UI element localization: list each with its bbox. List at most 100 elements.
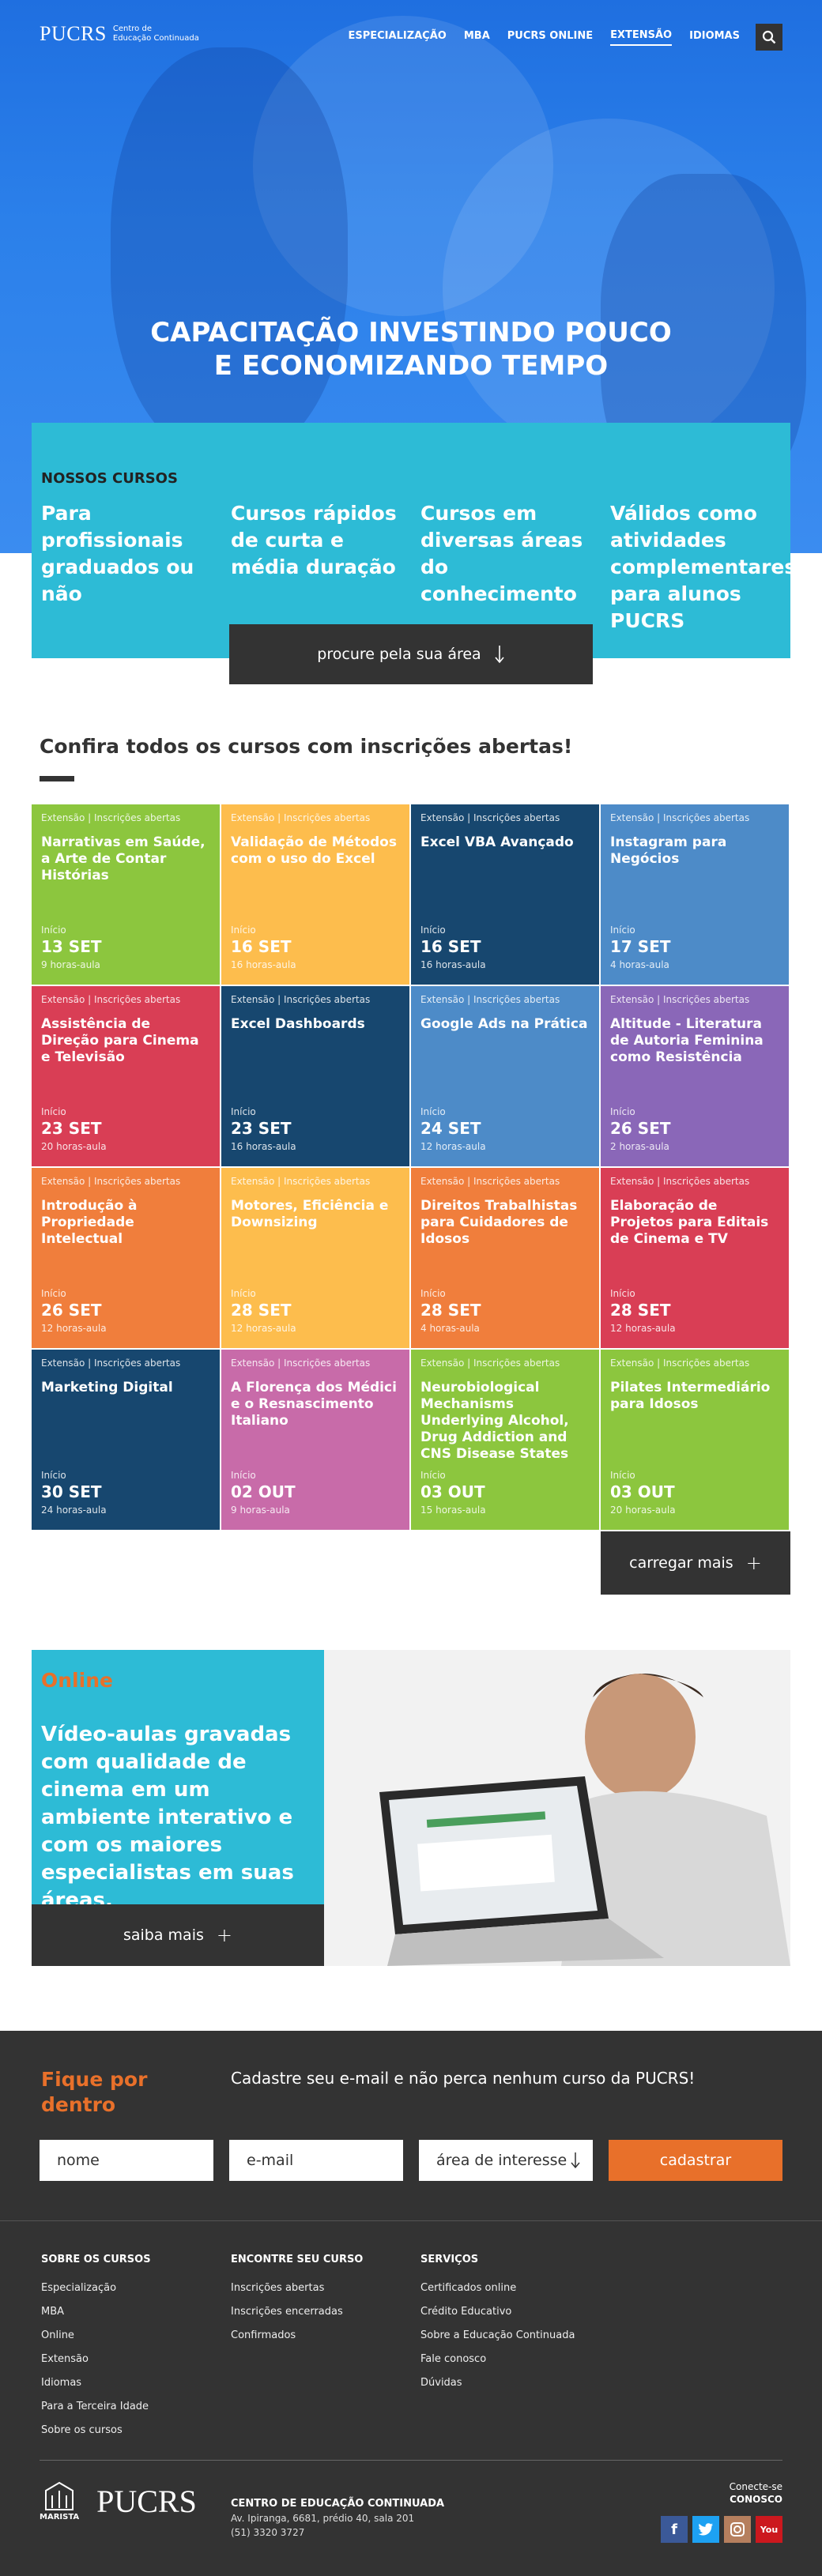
course-card[interactable]: Extensão | Inscrições abertas Altitude - …: [601, 986, 789, 1166]
course-tag: Extensão | Inscrições abertas: [231, 994, 371, 1005]
course-date: 03 OUT: [420, 1482, 485, 1501]
course-date: 23 SET: [231, 1119, 292, 1138]
pucrs-logo[interactable]: PUCRS Centro de Educação Continuada: [40, 22, 199, 46]
twitter-icon[interactable]: [692, 2516, 719, 2543]
newsletter-section: Fique por dentro Cadastre seu e-mail e nã…: [0, 2031, 822, 2220]
course-date: 02 OUT: [231, 1482, 296, 1501]
course-title[interactable]: Neurobiological Mechanisms Underlying Al…: [420, 1380, 590, 1463]
course-date: 17 SET: [610, 937, 671, 956]
course-start-label: Início: [420, 1106, 446, 1117]
email-input[interactable]: e-mail: [229, 2140, 403, 2181]
footer-link[interactable]: Certificados online: [420, 2277, 575, 2300]
learn-more-button[interactable]: saiba mais +: [32, 1904, 324, 1966]
search-button[interactable]: [756, 24, 782, 51]
course-title[interactable]: Google Ads na Prática: [420, 1016, 590, 1033]
course-card[interactable]: Extensão | Inscrições abertas Google Ads …: [411, 986, 599, 1166]
course-title[interactable]: Direitos Trabalhistas para Cuidadores de…: [420, 1198, 590, 1248]
course-tag: Extensão | Inscrições abertas: [231, 812, 371, 823]
course-title[interactable]: A Florença dos Médici e o Resnascimento …: [231, 1380, 400, 1429]
course-card[interactable]: Extensão | Inscrições abertas Direitos Tr…: [411, 1168, 599, 1348]
course-hours: 20 horas-aula: [41, 1141, 107, 1152]
footer-link[interactable]: Dúvidas: [420, 2371, 575, 2395]
course-tag: Extensão | Inscrições abertas: [231, 1176, 371, 1187]
course-hours: 16 horas-aula: [231, 1141, 296, 1152]
submit-button[interactable]: cadastrar: [609, 2140, 782, 2181]
search-icon: [762, 30, 776, 44]
course-start-label: Início: [610, 1106, 635, 1117]
course-card[interactable]: Extensão | Inscrições abertas Instagram p…: [601, 804, 789, 985]
course-date: 03 OUT: [610, 1482, 675, 1501]
course-title[interactable]: Elaboração de Projetos para Editais de C…: [610, 1198, 779, 1248]
footer-heading: SOBRE OS CURSOS: [41, 2254, 151, 2265]
footer-link[interactable]: MBA: [41, 2300, 151, 2324]
footer: SOBRE OS CURSOS Especialização MBA Online E…: [0, 2220, 822, 2576]
footer-link[interactable]: Online: [41, 2324, 151, 2348]
course-title[interactable]: Motores, Eficiência e Downsizing: [231, 1198, 400, 1231]
course-start-label: Início: [610, 1288, 635, 1299]
hero-photo-shape: [111, 47, 348, 458]
course-date: 30 SET: [41, 1482, 102, 1501]
course-card[interactable]: Extensão | Inscrições abertas Introdução …: [32, 1168, 220, 1348]
footer-link[interactable]: Extensão: [41, 2348, 151, 2371]
course-card[interactable]: Extensão | Inscrições abertas Validação d…: [221, 804, 409, 985]
nav-extensao[interactable]: EXTENSÃO: [610, 29, 673, 46]
course-card[interactable]: Extensão | Inscrições abertas Assistência…: [32, 986, 220, 1166]
course-card[interactable]: Extensão | Inscrições abertas A Florença …: [221, 1350, 409, 1530]
course-start-label: Início: [41, 925, 66, 936]
load-more-button[interactable]: carregar mais +: [601, 1531, 790, 1595]
plus-icon: +: [745, 1552, 762, 1574]
course-tag: Extensão | Inscrições abertas: [610, 994, 750, 1005]
course-card[interactable]: Extensão | Inscrições abertas Elaboração …: [601, 1168, 789, 1348]
nav-mba[interactable]: MBA: [464, 30, 490, 45]
footer-link[interactable]: Idiomas: [41, 2371, 151, 2395]
courses-feature-1: Para profissionais graduados ou não: [41, 502, 194, 605]
footer-link[interactable]: Sobre os cursos: [41, 2419, 151, 2442]
course-tag: Extensão | Inscrições abertas: [610, 1176, 750, 1187]
course-title[interactable]: Instagram para Negócios: [610, 834, 779, 868]
footer-divider: [0, 2220, 822, 2221]
course-card[interactable]: Extensão | Inscrições abertas Motores, Ef…: [221, 1168, 409, 1348]
course-title[interactable]: Pilates Intermediário para Idosos: [610, 1380, 779, 1413]
nav-pucrs-online[interactable]: PUCRS ONLINE: [507, 30, 593, 45]
nav-especializacao[interactable]: ESPECIALIZAÇÃO: [348, 30, 446, 45]
pucrs-footer-logo[interactable]: PUCRS: [96, 2483, 197, 2520]
course-title[interactable]: Excel VBA Avançado: [420, 834, 590, 851]
course-card[interactable]: Extensão | Inscrições abertas Neurobiolog…: [411, 1350, 599, 1530]
footer-link[interactable]: Inscrições abertas: [231, 2277, 363, 2300]
laptop-photo: [324, 1650, 790, 1966]
course-hours: 20 horas-aula: [610, 1505, 676, 1516]
course-card[interactable]: Extensão | Inscrições abertas Narrativas …: [32, 804, 220, 985]
course-start-label: Início: [41, 1288, 66, 1299]
footer-link[interactable]: Especialização: [41, 2277, 151, 2300]
course-date: 13 SET: [41, 937, 102, 956]
footer-link[interactable]: Sobre a Educação Continuada: [420, 2324, 575, 2348]
name-input[interactable]: nome: [40, 2140, 213, 2181]
course-title[interactable]: Marketing Digital: [41, 1380, 210, 1396]
course-card[interactable]: Extensão | Inscrições abertas Excel Dashb…: [221, 986, 409, 1166]
course-title[interactable]: Assistência de Direção para Cinema e Tel…: [41, 1016, 210, 1066]
find-area-button[interactable]: procure pela sua área: [229, 624, 593, 684]
online-label: Online: [41, 1669, 113, 1692]
footer-link[interactable]: Confirmados: [231, 2324, 363, 2348]
instagram-icon[interactable]: [724, 2516, 751, 2543]
course-title[interactable]: Altitude - Literatura de Autoria Feminin…: [610, 1016, 779, 1066]
courses-feature-2: Cursos rápidos de curta e média duração: [231, 502, 397, 578]
footer-link[interactable]: Fale conosco: [420, 2348, 575, 2371]
course-hours: 16 horas-aula: [231, 959, 296, 970]
footer-link[interactable]: Crédito Educativo: [420, 2300, 575, 2324]
course-title[interactable]: Validação de Métodos com o uso do Excel: [231, 834, 400, 868]
course-start-label: Início: [41, 1106, 66, 1117]
course-title[interactable]: Introdução à Propriedade Intelectual: [41, 1198, 210, 1248]
course-card[interactable]: Extensão | Inscrições abertas Marketing D…: [32, 1350, 220, 1530]
area-select[interactable]: área de interesse: [419, 2140, 593, 2181]
course-card[interactable]: Extensão | Inscrições abertas Pilates Int…: [601, 1350, 789, 1530]
course-title[interactable]: Narrativas em Saúde, a Arte de Contar Hi…: [41, 834, 210, 884]
course-card[interactable]: Extensão | Inscrições abertas Excel VBA A…: [411, 804, 599, 985]
nav-idiomas[interactable]: IDIOMAS: [689, 30, 740, 45]
course-title[interactable]: Excel Dashboards: [231, 1016, 400, 1033]
facebook-icon[interactable]: f: [661, 2516, 688, 2543]
footer-link[interactable]: Inscrições encerradas: [231, 2300, 363, 2324]
youtube-icon[interactable]: You: [756, 2516, 782, 2543]
course-hours: 12 horas-aula: [41, 1323, 107, 1334]
footer-link[interactable]: Para a Terceira Idade: [41, 2395, 151, 2419]
